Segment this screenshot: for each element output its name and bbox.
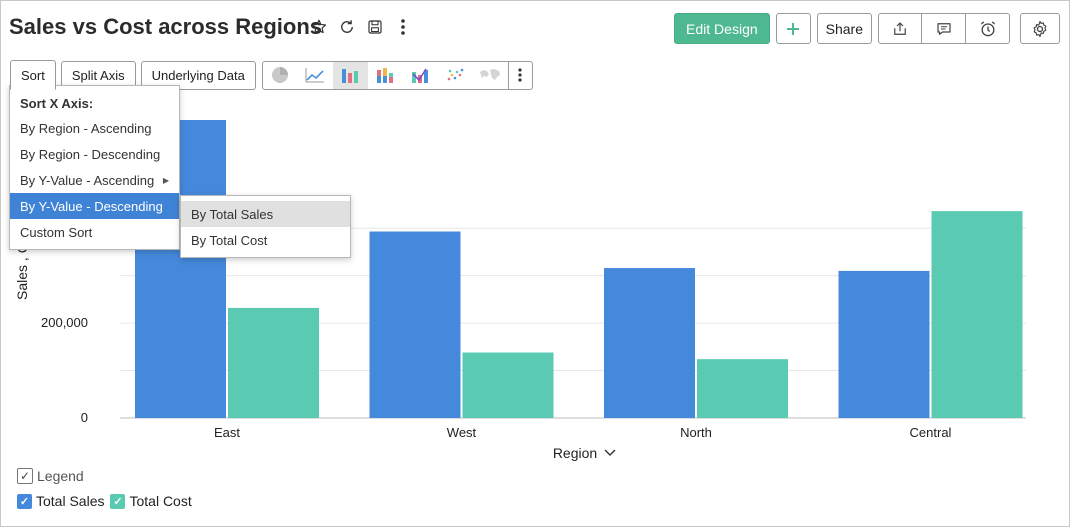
chart-type-bar[interactable] (332, 61, 368, 89)
sort-yvalue-ascending[interactable]: By Y-Value - Ascending ▶ (10, 167, 179, 193)
chart-type-stacked-bar[interactable] (368, 62, 403, 89)
alarm-icon (980, 20, 995, 36)
comment-button[interactable] (922, 13, 966, 44)
legend-label: Total Cost (129, 493, 192, 509)
gear-icon (1033, 20, 1047, 37)
legend: ✓ Total Sales ✓ Total Cost (17, 493, 194, 509)
add-button[interactable] (775, 13, 811, 44)
bar-total-sales (604, 268, 695, 418)
settings-button[interactable] (1020, 13, 1060, 44)
bar-total-sales (838, 270, 930, 418)
legend-item-total-sales[interactable]: ✓ Total Sales (17, 493, 104, 509)
x-tick-label: West (447, 425, 477, 440)
share-button[interactable]: Share (816, 13, 872, 44)
combo-chart-icon (412, 68, 429, 83)
chart-type-pie[interactable] (263, 62, 298, 89)
title-actions (309, 15, 413, 39)
sort-yvalue-descending[interactable]: By Y-Value - Descending (10, 193, 179, 219)
y-tick-label: 0 (81, 410, 88, 425)
sort-button[interactable]: Sort (10, 60, 56, 90)
export-icon (894, 21, 906, 35)
chart-type-selector (261, 60, 533, 90)
bar-total-sales (369, 231, 461, 418)
legend-label: Total Sales (36, 493, 105, 509)
sort-custom[interactable]: Custom Sort (10, 219, 179, 245)
sort-submenu: By Total Sales By Total Cost (180, 195, 351, 258)
sort-by-total-sales[interactable]: By Total Sales (181, 201, 350, 227)
chevron-down-icon (604, 449, 616, 456)
sort-menu: Sort X Axis: By Region - Ascending By Re… (9, 85, 180, 250)
line-chart-icon (305, 68, 325, 83)
more-vertical-icon[interactable] (393, 15, 413, 39)
export-button[interactable] (878, 13, 922, 44)
chart-type-line[interactable] (298, 62, 333, 89)
comment-icon (936, 22, 951, 35)
plus-icon (787, 22, 800, 35)
edit-design-button[interactable]: Edit Design (674, 13, 770, 44)
checkmark-icon: ✓ (110, 493, 126, 509)
chart-type-map[interactable] (473, 62, 508, 89)
bar-total-cost (462, 352, 554, 418)
x-tick-label: North (680, 425, 712, 440)
bar-chart-icon (342, 69, 359, 83)
legend-item-total-cost[interactable]: ✓ Total Cost (110, 493, 192, 509)
chart-type-more[interactable] (507, 61, 532, 89)
y-tick-label: 200,000 (41, 315, 88, 330)
y-axis-label: Sales , C (14, 243, 30, 300)
checkmark-icon: ✓ (17, 493, 32, 509)
scatter-chart-icon (448, 68, 464, 81)
refresh-icon[interactable] (337, 15, 357, 39)
chart-type-scatter[interactable] (438, 62, 473, 89)
star-icon[interactable] (309, 15, 329, 39)
sort-region-descending[interactable]: By Region - Descending (10, 141, 179, 167)
action-button-group (878, 13, 1010, 44)
legend-toggle-label: Legend (37, 468, 84, 484)
legend-toggle[interactable]: ✓ Legend (17, 468, 84, 484)
more-vertical-icon (518, 68, 522, 82)
save-icon[interactable] (365, 15, 385, 39)
bar-total-cost (931, 211, 1023, 418)
map-chart-icon (480, 69, 501, 80)
bar-total-cost (228, 307, 319, 418)
sort-region-ascending[interactable]: By Region - Ascending (10, 115, 179, 141)
chart-type-combo[interactable] (403, 62, 438, 89)
legend-checkbox[interactable]: ✓ (17, 468, 33, 484)
x-tick-label: East (214, 425, 240, 440)
x-tick-label: Central (910, 425, 952, 440)
pie-chart-icon (272, 67, 289, 83)
sort-by-total-cost[interactable]: By Total Cost (181, 227, 350, 253)
alarm-button[interactable] (966, 13, 1010, 44)
sort-menu-heading: Sort X Axis: (20, 95, 94, 111)
chevron-right-icon: ▶ (162, 175, 169, 185)
top-actions: Edit Design Share (674, 13, 1060, 44)
page-title: Sales vs Cost across Regions (9, 14, 323, 39)
x-axis-label[interactable]: Region (553, 445, 597, 461)
stacked-bar-chart-icon (377, 68, 394, 83)
bar-total-cost (697, 359, 788, 418)
